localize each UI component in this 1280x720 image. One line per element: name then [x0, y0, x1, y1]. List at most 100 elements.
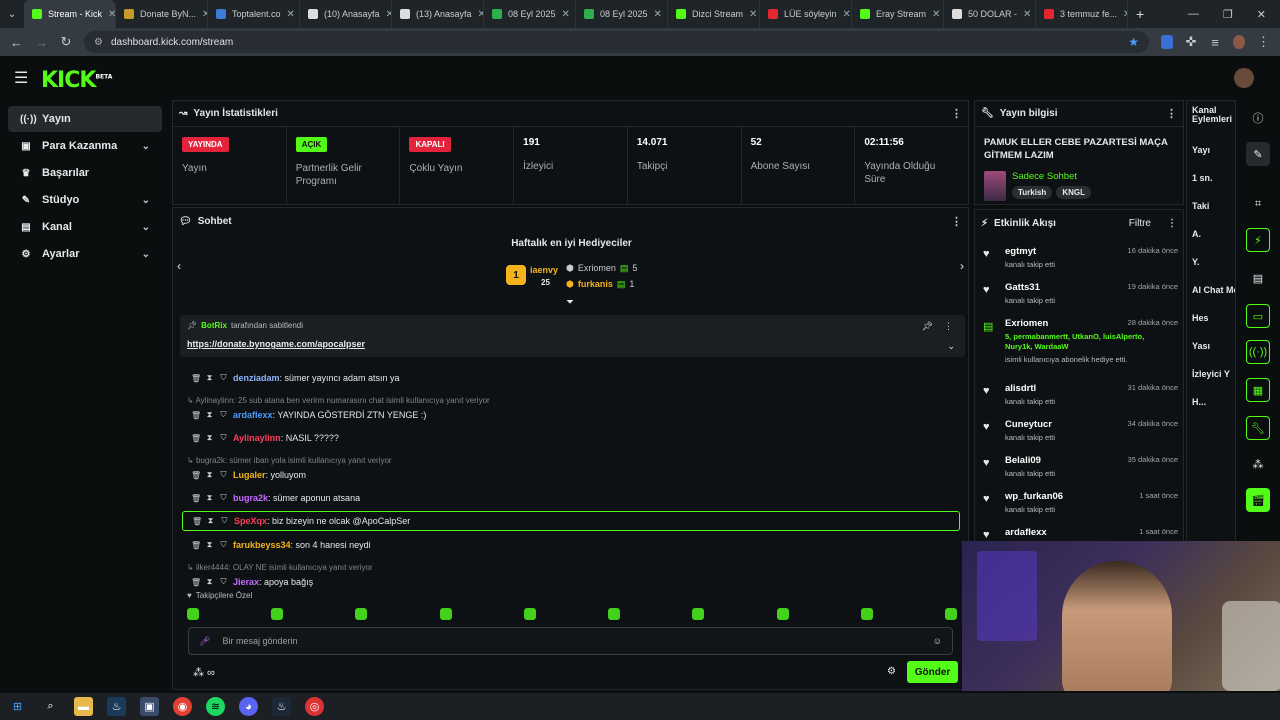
- pinned-menu-icon[interactable]: ⋮: [944, 321, 953, 332]
- chat-message[interactable]: 🗑︎ ⧗ ⛉ Lugaler: yolluyom: [191, 470, 306, 480]
- gifter-name[interactable]: furkanis: [578, 279, 613, 290]
- expand-pinned-icon[interactable]: ⌄: [947, 341, 955, 352]
- ban-icon[interactable]: ⛉: [219, 433, 228, 443]
- chat-message[interactable]: 🗑︎ ⧗ ⛉ SpeXqx: biz bizeyin ne olcak @ApoCal…: [182, 511, 960, 531]
- timeout-icon[interactable]: ⧗: [205, 373, 214, 383]
- extension-icon[interactable]: [1161, 35, 1173, 49]
- timeout-icon[interactable]: ⧗: [205, 577, 214, 587]
- ban-icon[interactable]: ⛉: [219, 540, 228, 550]
- emote-icon[interactable]: [271, 608, 284, 620]
- ban-icon[interactable]: ⛉: [219, 373, 228, 383]
- forward-icon[interactable]: →: [35, 35, 48, 50]
- tab-close-icon[interactable]: ✕: [654, 9, 662, 20]
- emote-icon[interactable]: [523, 608, 536, 620]
- chat-points-icon[interactable]: ⁂ ∞: [193, 666, 215, 679]
- tag-chip[interactable]: KNGL: [1056, 186, 1091, 199]
- chat-message[interactable]: 🗑︎ ⧗ ⛉ Aylinaylinn: NASIL ?????: [191, 433, 339, 443]
- delete-message-icon[interactable]: 🗑︎: [191, 578, 201, 587]
- sidebar-item[interactable]: ((·)) Yayın: [8, 106, 162, 132]
- tab-close-icon[interactable]: ✕: [108, 9, 115, 20]
- delete-message-icon[interactable]: 🗑︎: [191, 471, 201, 480]
- emote-icon[interactable]: [692, 608, 705, 620]
- extensions-puzzle-icon[interactable]: ✜: [1185, 34, 1197, 50]
- chat-username[interactable]: denziadam: [233, 373, 280, 383]
- channel-action-item[interactable]: Taki: [1192, 192, 1230, 220]
- activity-menu-icon[interactable]: ⋮: [1167, 218, 1177, 229]
- browser-tab[interactable]: Toptalent.co ✕: [208, 0, 300, 28]
- boost-icon[interactable]: ⚡︎: [1246, 228, 1270, 252]
- chat-username[interactable]: SpeXqx: [234, 516, 267, 526]
- windows-start-icon[interactable]: ⊞: [8, 697, 27, 716]
- channel-action-item[interactable]: Yayı: [1192, 136, 1230, 164]
- channel-action-item[interactable]: İzleyici Y: [1192, 360, 1230, 388]
- browser-tab[interactable]: 3 temmuz fe... ✕: [1036, 0, 1128, 28]
- sidebar-item[interactable]: ♛ Başarılar: [8, 160, 162, 186]
- chevron-down-icon[interactable]: ⌄: [142, 222, 150, 233]
- ban-icon[interactable]: ⛉: [219, 410, 228, 420]
- ban-icon[interactable]: ⛉: [220, 516, 229, 526]
- channel-action-item[interactable]: A.: [1192, 220, 1230, 248]
- obs-icon[interactable]: ◎: [305, 697, 324, 716]
- emote-icon[interactable]: [439, 608, 452, 620]
- category-thumbnail[interactable]: [984, 171, 1006, 201]
- steam-client-icon[interactable]: ♨: [272, 697, 291, 716]
- hamburger-menu-icon[interactable]: ☰: [14, 68, 28, 88]
- tab-close-icon[interactable]: ✕: [1123, 9, 1127, 20]
- emote-icon[interactable]: [187, 608, 199, 620]
- back-icon[interactable]: ←: [10, 35, 23, 50]
- chat-menu-icon[interactable]: ⋮: [951, 215, 962, 228]
- browser-tab[interactable]: Dizci Stream ✕: [668, 0, 760, 28]
- chat-message[interactable]: 🗑︎ ⧗ ⛉ farukbeyss34: son 4 hanesi neydi: [191, 540, 371, 550]
- channel-action-item[interactable]: 1 sn.: [1192, 164, 1230, 192]
- screenshot-icon[interactable]: ⌗: [1246, 192, 1270, 216]
- site-info-icon[interactable]: ⚙: [94, 37, 103, 48]
- ban-icon[interactable]: ⛉: [219, 493, 228, 503]
- minimize-icon[interactable]: —: [1188, 8, 1199, 21]
- unpin-icon[interactable]: 📌︎: [922, 321, 933, 332]
- reload-icon[interactable]: ↻: [60, 34, 72, 50]
- timeout-icon[interactable]: ⧗: [205, 493, 214, 503]
- emoji-icon[interactable]: ☺: [933, 636, 942, 646]
- url-field[interactable]: ⚙ dashboard.kick.com/stream ★: [84, 31, 1149, 53]
- new-tab-button[interactable]: +: [1136, 6, 1144, 22]
- gifter-name[interactable]: Exriomen: [578, 263, 616, 274]
- chat-username[interactable]: bugra2k: [233, 493, 268, 503]
- tab-close-icon[interactable]: ✕: [287, 9, 295, 20]
- delete-message-icon[interactable]: 🗑︎: [191, 374, 201, 383]
- chat-username[interactable]: Jierax: [233, 577, 259, 587]
- timeout-icon[interactable]: ⧗: [205, 540, 214, 550]
- emote-icon[interactable]: [608, 608, 621, 620]
- emote-icon[interactable]: [860, 608, 873, 620]
- emote-icon[interactable]: [944, 608, 957, 620]
- channel-action-item[interactable]: H...: [1192, 388, 1230, 416]
- chevron-down-icon[interactable]: ⌄: [142, 249, 150, 260]
- chat-username[interactable]: Lugaler: [233, 470, 266, 480]
- tab-close-icon[interactable]: ✕: [843, 9, 851, 20]
- clapper-icon[interactable]: 🎬︎: [1246, 488, 1270, 512]
- chrome-icon[interactable]: ◉: [173, 697, 192, 716]
- stream-info-menu-icon[interactable]: ⋮: [1166, 107, 1177, 120]
- stats-menu-icon[interactable]: ⋮: [951, 107, 962, 120]
- tab-search-icon[interactable]: ⌄: [0, 9, 24, 20]
- delete-message-icon[interactable]: 🗑︎: [191, 541, 201, 550]
- chat-message[interactable]: 🗑︎ ⧗ ⛉ denziadam: sümer yayıncı adam atsın …: [191, 373, 400, 383]
- dots-cluster-icon[interactable]: ⁂: [1246, 452, 1270, 476]
- store-icon[interactable]: ▣: [140, 697, 159, 716]
- channel-action-item[interactable]: Yası: [1192, 332, 1230, 360]
- browser-tab[interactable]: (10) Anasayfa✕: [300, 0, 392, 28]
- channel-action-item[interactable]: Hes: [1192, 304, 1230, 332]
- emote-icon[interactable]: [776, 608, 789, 620]
- tab-close-icon[interactable]: ✕: [749, 9, 757, 20]
- chevron-down-icon[interactable]: ⌄: [142, 195, 150, 206]
- channel-action-item[interactable]: Y.: [1192, 248, 1230, 276]
- tab-close-icon[interactable]: ✕: [1023, 9, 1031, 20]
- layout-icon[interactable]: ▦: [1246, 378, 1270, 402]
- tab-close-icon[interactable]: ✕: [562, 9, 570, 20]
- collapse-gifters-icon[interactable]: ⏷: [566, 297, 574, 308]
- tag-chip[interactable]: Turkish: [1012, 186, 1053, 199]
- chat-username[interactable]: farukbeyss34: [233, 540, 291, 550]
- broadcast-icon[interactable]: ((·)): [1246, 340, 1270, 364]
- media-control-icon[interactable]: ≡: [1209, 35, 1221, 50]
- steam-icon[interactable]: ♨: [107, 697, 126, 716]
- sidebar-item[interactable]: ▣ Para Kazanma ⌄: [8, 133, 162, 159]
